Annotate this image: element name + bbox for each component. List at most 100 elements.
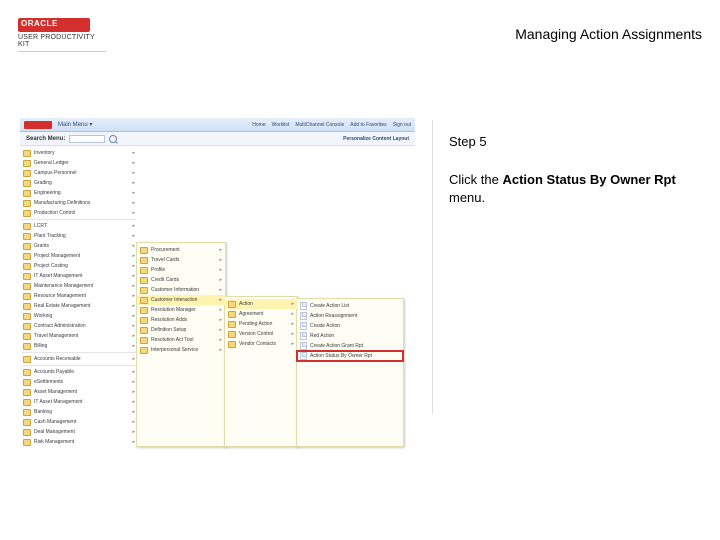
folder-icon [140, 347, 148, 354]
chevron-right-icon: ▸ [132, 170, 135, 176]
folder-icon [140, 297, 148, 304]
personalize-link[interactable]: Personalize Content Layout [343, 136, 409, 142]
menu-item[interactable]: Accounts Receivable▸ [20, 354, 138, 364]
menu-item[interactable]: Billing▸ [20, 341, 138, 351]
menu-item[interactable]: Production Control▸ [20, 208, 138, 218]
menu-item[interactable]: Travel Management▸ [20, 331, 138, 341]
folder-icon [228, 341, 236, 348]
submenu-item[interactable]: Resolution Manager▸ [137, 305, 225, 315]
submenu-item[interactable]: Credit Cards▸ [137, 275, 225, 285]
chevron-right-icon: ▸ [132, 409, 135, 415]
instruction-suffix: menu. [449, 190, 485, 205]
menu-item[interactable]: Grants▸ [20, 241, 138, 251]
chevron-right-icon: ▸ [291, 301, 294, 307]
folder-icon [23, 273, 31, 280]
leaf-menu-item[interactable]: Create Action [297, 321, 403, 331]
leaf-menu-item[interactable]: Red Action [297, 331, 403, 341]
link-favorites[interactable]: Add to Favorites [350, 122, 386, 128]
submenu-item[interactable]: Interpersonal Service▸ [137, 345, 225, 355]
menu-item[interactable]: Asset Management▸ [20, 387, 138, 397]
menu-item[interactable]: LCRT▸ [20, 221, 138, 231]
menu-item[interactable]: Plant Tracking▸ [20, 231, 138, 241]
link-worklist[interactable]: Worklist [272, 122, 290, 128]
search-label: Search Menu: [26, 136, 65, 142]
step-label: Step 5 [449, 134, 682, 149]
folder-icon [140, 327, 148, 334]
submenu-item[interactable]: Action▸ [225, 299, 297, 309]
submenu-item[interactable]: Customer Interaction▸ [137, 295, 225, 305]
menu-item[interactable]: Banking▸ [20, 407, 138, 417]
chevron-right-icon: ▸ [132, 190, 135, 196]
link-multichannel[interactable]: MultiChannel Console [295, 122, 344, 128]
instruction-text: Click the Action Status By Owner Rpt men… [449, 171, 682, 206]
chevron-right-icon: ▸ [219, 267, 222, 273]
menu-item[interactable]: IT Asset Management▸ [20, 397, 138, 407]
folder-icon [23, 409, 31, 416]
chevron-right-icon: ▸ [132, 343, 135, 349]
submenu-item[interactable]: Resolution Adds▸ [137, 315, 225, 325]
menu-item[interactable]: Risk Management▸ [20, 437, 138, 447]
search-input[interactable] [69, 135, 105, 143]
menu-item[interactable]: Maintenance Management▸ [20, 281, 138, 291]
submenu-item[interactable]: Version Control▸ [225, 329, 297, 339]
leaf-menu-item[interactable]: Create Action Grant Rpt [297, 341, 403, 351]
search-row: Search Menu: Personalize Content Layout [20, 132, 415, 146]
link-signout[interactable]: Sign out [393, 122, 411, 128]
page-icon [300, 332, 307, 340]
link-home[interactable]: Home [252, 122, 265, 128]
folder-icon [228, 321, 236, 328]
submenu-item[interactable]: Definition Setup▸ [137, 325, 225, 335]
folder-icon [140, 287, 148, 294]
page-icon [300, 312, 307, 320]
menu-item[interactable]: Engineering▸ [20, 188, 138, 198]
folder-icon [23, 333, 31, 340]
folder-icon [23, 356, 31, 363]
menu-item[interactable]: Inventory▸ [20, 148, 138, 158]
menu-item[interactable]: Manufacturing Definitions▸ [20, 198, 138, 208]
folder-icon [23, 190, 31, 197]
menu-item[interactable]: Working▸ [20, 311, 138, 321]
folder-icon [23, 293, 31, 300]
leaf-menu-item[interactable]: Create Action List [297, 301, 403, 311]
menu-item[interactable]: Project Costing▸ [20, 261, 138, 271]
instruction-pane: Step 5 Click the Action Status By Owner … [432, 120, 698, 414]
menu-cascade: Inventory▸General Ledger▸Campus Personne… [20, 146, 415, 447]
menu-item[interactable]: General Ledger▸ [20, 158, 138, 168]
submenu-item[interactable]: Pending Action▸ [225, 319, 297, 329]
menu-item[interactable]: Project Management▸ [20, 251, 138, 261]
oracle-logo [18, 18, 90, 32]
folder-icon [23, 170, 31, 177]
folder-icon [23, 210, 31, 217]
menu-item[interactable]: eSettlements▸ [20, 377, 138, 387]
main-menu-dropdown[interactable]: Main Menu ▾ [58, 121, 92, 128]
menu-item[interactable]: Real Estate Management▸ [20, 301, 138, 311]
menu-item[interactable]: Cash Management▸ [20, 417, 138, 427]
menu-item[interactable]: Campus Personnel▸ [20, 168, 138, 178]
page-icon [300, 352, 307, 360]
submenu-item[interactable]: Profile▸ [137, 265, 225, 275]
submenu-item[interactable]: Travel Cards▸ [137, 255, 225, 265]
folder-icon [23, 223, 31, 230]
submenu-item[interactable]: Agreement▸ [225, 309, 297, 319]
folder-icon [23, 429, 31, 436]
submenu-item[interactable]: Procurement▸ [137, 245, 225, 255]
menu-item[interactable]: Grading▸ [20, 178, 138, 188]
submenu-item[interactable]: Vendor Contacts▸ [225, 339, 297, 349]
menu-col-3: Action▸Agreement▸Pending Action▸Version … [224, 296, 298, 447]
page-icon [300, 342, 307, 350]
chevron-right-icon: ▸ [132, 273, 135, 279]
submenu-item[interactable]: Customer Information▸ [137, 285, 225, 295]
folder-icon [23, 313, 31, 320]
menu-action-status-by-owner-rpt[interactable]: Action Status By Owner Rpt [297, 351, 403, 361]
submenu-item[interactable]: Resolution Act Tool▸ [137, 335, 225, 345]
search-icon[interactable] [109, 135, 117, 143]
menu-item[interactable]: Deal Management▸ [20, 427, 138, 437]
folder-icon [23, 419, 31, 426]
menu-item[interactable]: Contract Administration▸ [20, 321, 138, 331]
menu-item[interactable]: Accounts Payable▸ [20, 367, 138, 377]
menu-item[interactable]: IT Asset Management▸ [20, 271, 138, 281]
leaf-menu-item[interactable]: Action Reassignment [297, 311, 403, 321]
menu-item[interactable]: Resource Management▸ [20, 291, 138, 301]
brand-logo: USER PRODUCTIVITY KIT [18, 18, 106, 52]
folder-icon [23, 323, 31, 330]
